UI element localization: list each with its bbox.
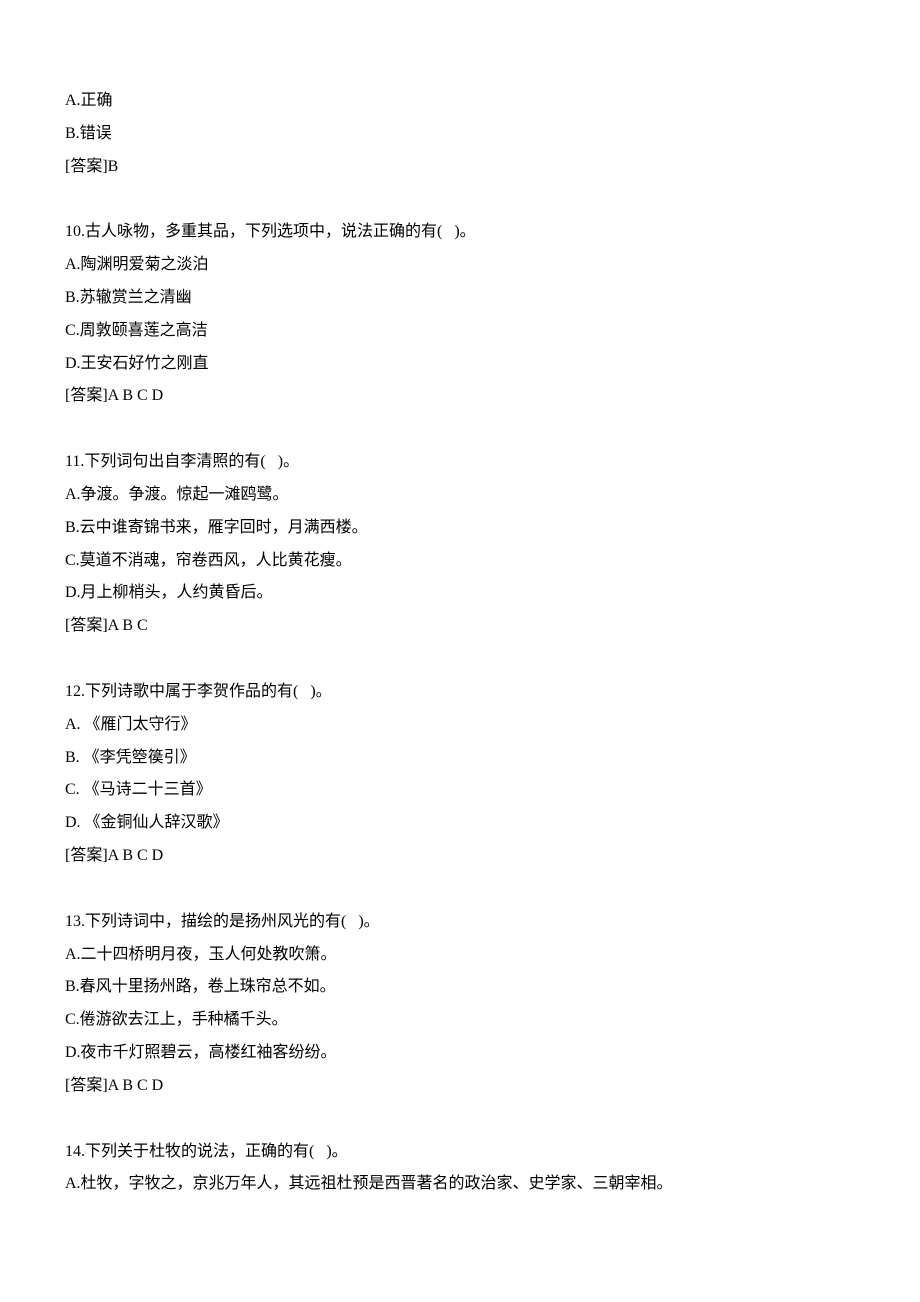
option-a: A.陶渊明爱菊之淡泊 <box>65 249 855 282</box>
question-stem: 11.下列词句出自李清照的有( )。 <box>65 446 855 479</box>
question-stem: 12.下列诗歌中属于李贺作品的有( )。 <box>65 676 855 709</box>
option-d: D.王安石好竹之刚直 <box>65 348 855 381</box>
option-d: D. 《金铜仙人辞汉歌》 <box>65 807 855 840</box>
answer: [答案]A B C D <box>65 1070 855 1103</box>
option-c: C. 《马诗二十三首》 <box>65 774 855 807</box>
option-d: D.月上柳梢头，人约黄昏后。 <box>65 577 855 610</box>
option-b: B.云中谁寄锦书来，雁字回时，月满西楼。 <box>65 512 855 545</box>
option-a: A.杜牧，字牧之，京兆万年人，其远祖杜预是西晋著名的政治家、史学家、三朝宰相。 <box>65 1168 855 1201</box>
question-stem: 13.下列诗词中，描绘的是扬州风光的有( )。 <box>65 906 855 939</box>
question-block-12: 12.下列诗歌中属于李贺作品的有( )。 A. 《雁门太守行》 B. 《李凭箜篌… <box>65 676 855 873</box>
option-d: D.夜市千灯照碧云，高楼红袖客纷纷。 <box>65 1037 855 1070</box>
question-block-9-partial: A.正确 B.错误 [答案]B <box>65 85 855 183</box>
answer: [答案]B <box>65 151 855 184</box>
answer: [答案]A B C D <box>65 380 855 413</box>
option-a: A.争渡。争渡。惊起一滩鸥鹭。 <box>65 479 855 512</box>
question-block-10: 10.古人咏物，多重其品，下列选项中，说法正确的有( )。 A.陶渊明爱菊之淡泊… <box>65 216 855 413</box>
answer: [答案]A B C <box>65 610 855 643</box>
option-b: B.春风十里扬州路，卷上珠帘总不如。 <box>65 971 855 1004</box>
question-block-11: 11.下列词句出自李清照的有( )。 A.争渡。争渡。惊起一滩鸥鹭。 B.云中谁… <box>65 446 855 643</box>
option-c: C.莫道不消魂，帘卷西风，人比黄花瘦。 <box>65 545 855 578</box>
answer: [答案]A B C D <box>65 840 855 873</box>
option-a: A. 《雁门太守行》 <box>65 709 855 742</box>
option-c: C.倦游欲去江上，手种橘千头。 <box>65 1004 855 1037</box>
option-a: A.二十四桥明月夜，玉人何处教吹箫。 <box>65 939 855 972</box>
option-b: B.苏辙赏兰之清幽 <box>65 282 855 315</box>
option-b: B.错误 <box>65 118 855 151</box>
option-a: A.正确 <box>65 85 855 118</box>
question-block-14-partial: 14.下列关于杜牧的说法，正确的有( )。 A.杜牧，字牧之，京兆万年人，其远祖… <box>65 1136 855 1202</box>
question-stem: 14.下列关于杜牧的说法，正确的有( )。 <box>65 1136 855 1169</box>
question-stem: 10.古人咏物，多重其品，下列选项中，说法正确的有( )。 <box>65 216 855 249</box>
option-c: C.周敦颐喜莲之高洁 <box>65 315 855 348</box>
option-b: B. 《李凭箜篌引》 <box>65 742 855 775</box>
question-block-13: 13.下列诗词中，描绘的是扬州风光的有( )。 A.二十四桥明月夜，玉人何处教吹… <box>65 906 855 1103</box>
